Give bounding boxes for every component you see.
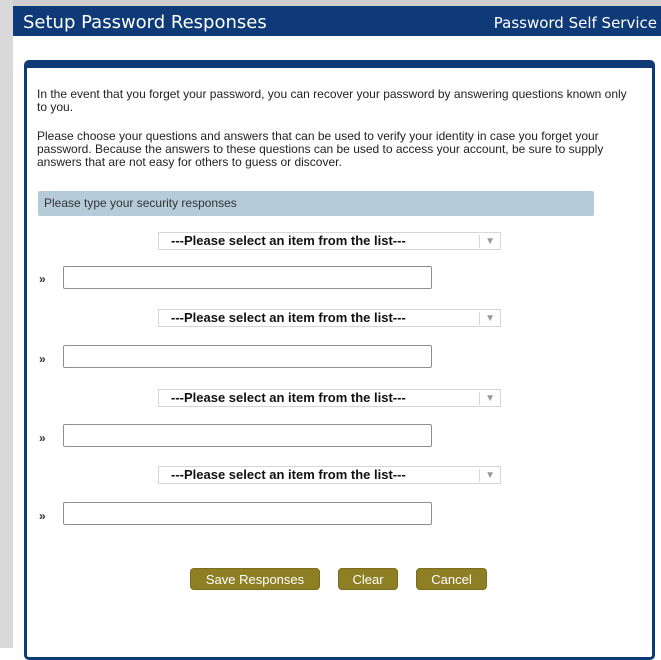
responses-panel: In the event that you forget your passwo… — [24, 60, 655, 660]
answer-field-4[interactable] — [63, 502, 432, 525]
answer-field-1[interactable] — [63, 266, 432, 289]
chevron-down-icon: ▼ — [485, 313, 495, 324]
bullet-icon: » — [39, 272, 46, 286]
select-divider — [479, 312, 480, 325]
question-select-3[interactable]: ---Please select an item from the list--… — [158, 389, 501, 407]
left-rail — [0, 0, 13, 648]
chevron-down-icon: ▼ — [485, 470, 495, 481]
answer-field-3[interactable] — [63, 424, 432, 447]
select-divider — [479, 235, 480, 248]
section-header: Please type your security responses — [38, 191, 594, 216]
panel-top-border — [27, 63, 652, 68]
question-select-2[interactable]: ---Please select an item from the list--… — [158, 309, 501, 327]
select-divider — [479, 392, 480, 405]
intro-text-2: Please choose your questions and answers… — [37, 129, 604, 169]
question-select-value: ---Please select an item from the list--… — [171, 310, 406, 325]
bullet-icon: » — [39, 509, 46, 523]
page-header: Setup Password Responses Password Self S… — [13, 0, 661, 36]
question-select-1[interactable]: ---Please select an item from the list--… — [158, 232, 501, 250]
clear-button[interactable]: Clear — [338, 568, 398, 590]
chevron-down-icon: ▼ — [485, 236, 495, 247]
question-select-value: ---Please select an item from the list--… — [171, 467, 406, 482]
bullet-icon: » — [39, 352, 46, 366]
intro-text-1: In the event that you forget your passwo… — [37, 87, 627, 114]
cancel-button[interactable]: Cancel — [416, 568, 487, 590]
save-responses-button[interactable]: Save Responses — [190, 568, 320, 590]
answer-field-2[interactable] — [63, 345, 432, 368]
bullet-icon: » — [39, 431, 46, 445]
question-select-value: ---Please select an item from the list--… — [171, 233, 406, 248]
app-name: Password Self Service — [493, 14, 657, 32]
question-select-value: ---Please select an item from the list--… — [171, 390, 406, 405]
select-divider — [479, 469, 480, 482]
question-select-4[interactable]: ---Please select an item from the list--… — [158, 466, 501, 484]
page-title: Setup Password Responses — [23, 12, 267, 33]
chevron-down-icon: ▼ — [485, 393, 495, 404]
